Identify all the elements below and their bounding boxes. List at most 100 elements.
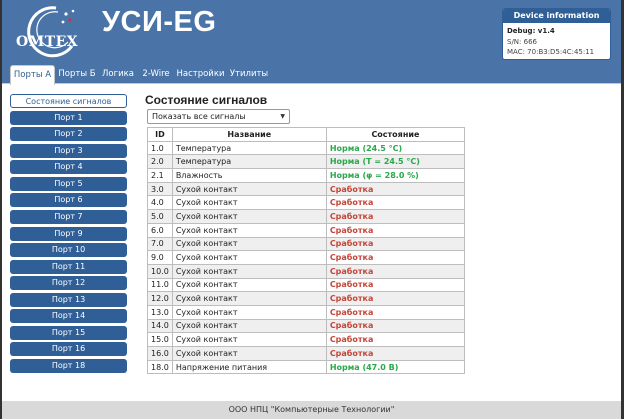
device-info-panel: Device information Debug: v1.4 S/N: 666 …: [502, 8, 611, 60]
cell-id: 2.0: [147, 154, 173, 170]
cell-name: Сухой контакт: [171, 181, 327, 197]
cell-state: Сработка: [325, 181, 466, 197]
cell-state: Норма (47.0 В): [325, 359, 466, 375]
cell-state: Сработка: [325, 346, 466, 361]
cell-id: 1.0: [147, 140, 173, 156]
mac-address: MAC: 70:B3:D5:4C:45:11: [507, 48, 595, 56]
signal-filter-value: Показать все сигналы: [152, 112, 246, 121]
table-row: 2.1 Влажность Норма (φ = 28.0 %): [147, 168, 466, 183]
cell-id: 6.0: [147, 222, 173, 238]
header-bar: OMTEX УСИ-EG Device information Debug: v…: [2, 0, 621, 62]
table-row: 7.0 Сухой контакт Сработка: [147, 236, 466, 252]
sidebar-item-port-13[interactable]: Порт 13: [10, 292, 127, 307]
cell-id: 4.0: [147, 195, 173, 211]
table-row: 10.0 Сухой контакт Сработка: [147, 263, 466, 279]
table-row: 4.0 Сухой контакт Сработка: [147, 195, 466, 211]
sidebar-item-port-9[interactable]: Порт 9: [10, 226, 127, 241]
sidebar-item-port-16[interactable]: Порт 16: [10, 342, 127, 357]
cell-name: Сухой контакт: [171, 236, 327, 252]
cell-name: Сухой контакт: [171, 318, 327, 334]
cell-id: 11.0: [147, 277, 173, 293]
cell-id: 5.0: [147, 209, 173, 224]
sidebar-item-port-2[interactable]: Порт 2: [10, 127, 127, 142]
sidebar-item-port-7[interactable]: Порт 7: [10, 209, 127, 224]
cell-state: Сработка: [325, 263, 466, 279]
signal-filter-select[interactable]: Показать все сигналы ▼: [147, 109, 290, 124]
table-row: 9.0 Сухой контакт Сработка: [147, 250, 466, 265]
cell-name: Температура: [171, 154, 327, 170]
cell-name: Сухой контакт: [171, 291, 327, 306]
tab-settings[interactable]: Настройки: [175, 65, 226, 84]
cell-name: Сухой контакт: [171, 277, 327, 293]
table-row: 13.0 Сухой контакт Сработка: [147, 304, 466, 320]
table-row: 2.0 Температура Норма (T = 24.5 °C): [147, 154, 466, 170]
footer: ООО НПЦ "Компьютерные Технологии": [2, 401, 621, 419]
cell-name: Сухой контакт: [171, 250, 327, 265]
cell-state: Сработка: [325, 250, 466, 265]
tab-logic[interactable]: Логика: [100, 65, 136, 84]
cell-id: 12.0: [147, 291, 173, 306]
cell-id: 7.0: [147, 236, 173, 252]
table-row: 6.0 Сухой контакт Сработка: [147, 222, 466, 238]
serial-number: S/N: 666: [507, 37, 537, 46]
cell-state: Сработка: [325, 236, 466, 252]
main-tabs: Порты А Порты Б Логика 2-Wire Настройки …: [2, 62, 621, 85]
sidebar-item-port-18[interactable]: Порт 18: [10, 359, 127, 373]
sidebar-item-port-3[interactable]: Порт 3: [10, 143, 127, 158]
sidebar-item-port-1[interactable]: Порт 1: [10, 110, 127, 125]
table-row: 12.0 Сухой контакт Сработка: [147, 291, 466, 306]
cell-name: Сухой контакт: [171, 346, 327, 361]
cell-name: Сухой контакт: [171, 304, 327, 320]
table-row: 16.0 Сухой контакт Сработка: [147, 346, 466, 361]
table-row: 14.0 Сухой контакт Сработка: [147, 318, 466, 334]
cell-name: Температура: [171, 140, 327, 156]
cell-state: Норма (24.5 °C): [325, 140, 466, 156]
cell-name: Влажность: [171, 168, 327, 183]
sidebar-item-port-15[interactable]: Порт 15: [10, 325, 127, 340]
cell-state: Сработка: [325, 209, 466, 224]
table-row: 3.0 Сухой контакт Сработка: [147, 181, 466, 197]
table-row: 18.0 Напряжение питания Норма (47.0 В): [147, 359, 466, 375]
firmware-version: Debug: v1.4: [507, 27, 555, 35]
signal-table-body: 1.0 Температура Норма (24.5 °C) 2.0 Температ…: [147, 140, 466, 375]
cell-state: Сработка: [325, 222, 466, 238]
logo-text: OMTEX: [16, 34, 79, 50]
cell-id: 2.1: [147, 168, 173, 183]
cell-state: Норма (T = 24.5 °C): [325, 154, 466, 170]
footer-text: ООО НПЦ "Компьютерные Технологии": [228, 405, 395, 414]
sidebar-item-port-11[interactable]: Порт 11: [10, 259, 127, 274]
cell-name: Сухой контакт: [171, 222, 327, 238]
sidebar-item-port-12[interactable]: Порт 12: [10, 276, 127, 291]
komtex-logo: [27, 6, 75, 58]
sidebar-item-port-10[interactable]: Порт 10: [10, 243, 127, 258]
cell-name: Напряжение питания: [171, 359, 327, 375]
cell-state: Сработка: [325, 318, 466, 334]
tab-2-wire[interactable]: 2-Wire: [140, 65, 172, 84]
cell-id: 18.0: [147, 359, 173, 375]
cell-state: Сработка: [325, 195, 466, 211]
cell-state: Сработка: [325, 291, 466, 306]
cell-id: 13.0: [147, 304, 173, 320]
table-row: 15.0 Сухой контакт Сработка: [147, 332, 466, 347]
cell-state: Сработка: [325, 304, 466, 320]
sidebar-item-port-14[interactable]: Порт 14: [10, 309, 127, 324]
cell-id: 10.0: [147, 263, 173, 279]
table-row: 11.0 Сухой контакт Сработка: [147, 277, 466, 293]
table-row: 1.0 Температура Норма (24.5 °C): [147, 140, 466, 156]
tab-utilities[interactable]: Утилиты: [229, 65, 269, 84]
tab-ports-a[interactable]: Порты А: [10, 65, 55, 85]
cell-state: Норма (φ = 28.0 %): [325, 168, 466, 183]
sidebar-item-port-4[interactable]: Порт 4: [10, 160, 127, 175]
column-header-id: ID: [147, 127, 173, 142]
sidebar-item-port-5[interactable]: Порт 5: [10, 176, 127, 191]
cell-id: 15.0: [147, 332, 173, 347]
tab-ports-b[interactable]: Порты Б: [57, 65, 97, 84]
sidebar-item-signal-status[interactable]: Состояние сигналов: [10, 94, 127, 108]
sidebar-item-port-6[interactable]: Порт 6: [10, 193, 127, 208]
device-info-heading: Device information: [503, 9, 610, 23]
cell-id: 9.0: [147, 250, 173, 265]
cell-id: 3.0: [147, 181, 173, 197]
column-header-state: Состояние: [325, 127, 466, 142]
cell-name: Сухой контакт: [171, 209, 327, 224]
cell-id: 16.0: [147, 346, 173, 361]
